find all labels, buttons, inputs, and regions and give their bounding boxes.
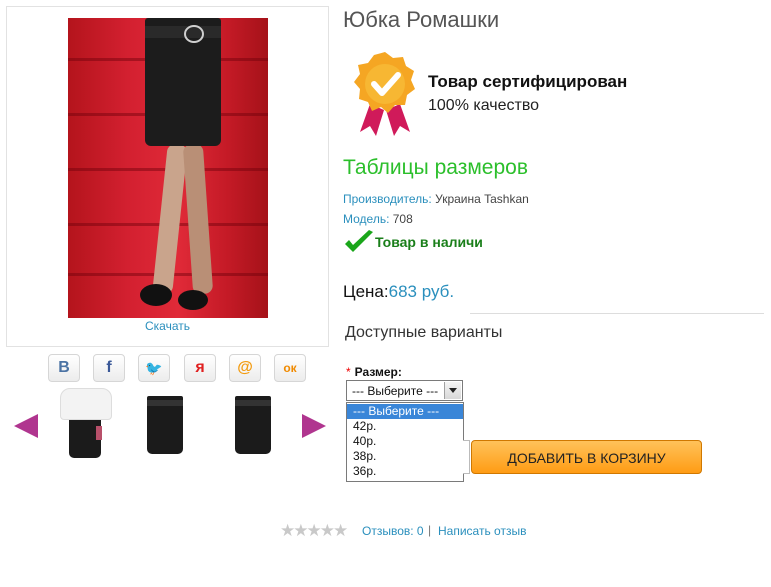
size-dropdown-list: --- Выберите --- 42р. 40р. 38р. 36р. [346, 402, 464, 482]
yaru-glyph: я [195, 359, 205, 376]
carousel-next-arrow-icon[interactable] [302, 414, 326, 438]
manufacturer-line: Производитель: Украина Tashkan [343, 192, 529, 206]
odnoklassniki-glyph: ок [283, 361, 297, 375]
separator: | [428, 523, 432, 537]
certificate-title: Товар сертифицирован [428, 72, 628, 91]
reviews-count-link[interactable]: Отзывов: 0 [362, 524, 424, 538]
size-option[interactable]: 36р. [347, 464, 463, 479]
chevron-down-icon[interactable] [444, 382, 461, 399]
vk-icon[interactable]: B [48, 354, 80, 382]
price-label: Цена: [343, 282, 389, 301]
vk-glyph: B [58, 359, 70, 376]
mailru-glyph: @ [237, 359, 253, 376]
rating-stars: ★★★★★ [280, 521, 349, 540]
product-photo[interactable] [68, 18, 268, 318]
mailru-icon[interactable]: @ [229, 354, 261, 382]
checkmark-icon [345, 230, 373, 252]
model-label: Модель: [343, 212, 390, 226]
manufacturer-label[interactable]: Производитель: [343, 192, 432, 206]
size-select[interactable]: --- Выберите --- [346, 380, 463, 401]
yaru-icon[interactable]: я [184, 354, 216, 382]
carousel-prev-arrow-icon[interactable] [14, 414, 38, 438]
product-title: Юбка Ромашки [343, 7, 500, 32]
twitter-icon[interactable]: 🐦 [138, 354, 170, 382]
size-label: * Размер: [346, 365, 402, 379]
star-icon: ★ [333, 521, 349, 540]
size-option[interactable]: --- Выберите --- [347, 404, 463, 419]
facebook-icon[interactable]: f [93, 354, 125, 382]
thumbnail-1[interactable] [50, 386, 120, 460]
stock-status: Товар в наличи [343, 230, 483, 261]
model-value: 708 [392, 212, 413, 226]
write-review-link[interactable]: Написать отзыв [438, 524, 526, 538]
model-line: Модель: 708 [343, 212, 413, 226]
product-image-frame: Скачать [6, 6, 329, 347]
price-value: 683 руб. [388, 282, 455, 301]
size-label-text: Размер: [354, 365, 402, 379]
required-mark: * [346, 365, 351, 379]
facebook-glyph: f [106, 359, 112, 376]
thumbnail-3[interactable] [218, 386, 288, 460]
odnoklassniki-icon[interactable]: ок [274, 354, 306, 382]
add-to-cart-button[interactable]: ДОБАВИТЬ В КОРЗИНУ [471, 440, 702, 474]
quantity-input[interactable] [463, 440, 470, 474]
size-option[interactable]: 38р. [347, 449, 463, 464]
manufacturer-value: Украина Tashkan [435, 192, 529, 206]
variants-heading: Доступные варианты [345, 324, 503, 341]
certificate-badge-icon [354, 52, 415, 136]
twitter-glyph: 🐦 [145, 360, 163, 376]
size-option[interactable]: 40р. [347, 434, 463, 449]
thumbnail-2[interactable] [130, 386, 200, 460]
size-table-link[interactable]: Таблицы размеров [343, 156, 528, 180]
stock-text: Товар в наличи [375, 234, 483, 250]
divider [470, 313, 764, 314]
size-option[interactable]: 42р. [347, 419, 463, 434]
download-image-link[interactable]: Скачать [7, 319, 328, 333]
price: Цена:683 руб. [343, 282, 454, 302]
size-select-value: --- Выберите --- [352, 384, 439, 398]
certificate-subtitle: 100% качество [428, 97, 540, 114]
